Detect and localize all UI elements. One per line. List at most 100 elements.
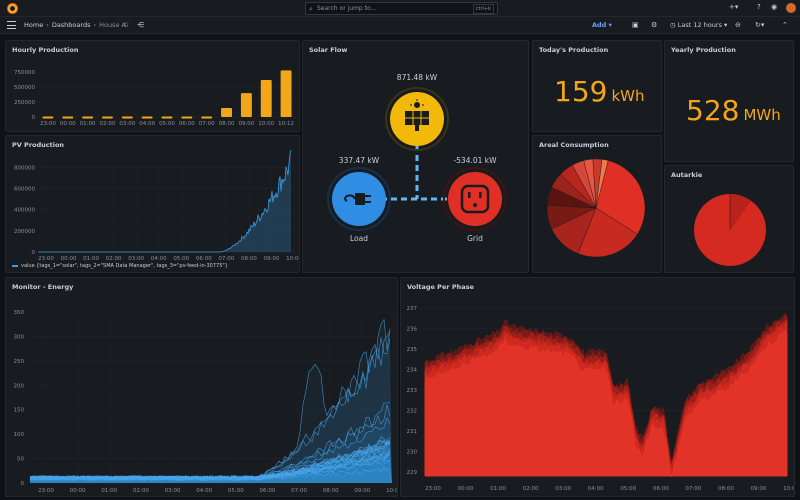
- grafana-logo-icon[interactable]: [7, 3, 18, 14]
- menu-icon[interactable]: [7, 21, 16, 29]
- grid-value: -534.01 kW: [453, 156, 497, 165]
- panel-autarkie: Autarkie: [664, 165, 794, 273]
- x-tick-label: 07:00: [291, 488, 307, 494]
- bar-23:00: [42, 116, 54, 119]
- x-tick-label: 09:00: [238, 121, 254, 127]
- todays-production-stat: 159 kWh: [554, 75, 644, 108]
- y-tick-label: 750000: [14, 70, 35, 76]
- bar-01:00: [82, 116, 94, 119]
- grid-label: Grid: [467, 234, 483, 243]
- save-icon[interactable]: ▣: [632, 21, 639, 29]
- hourly-bar-chart: 750000500000250000023:00 00:00 01:00 02:00 0…: [14, 70, 296, 127]
- panel-areal-consumption: Areal Consumption: [532, 135, 662, 273]
- x-tick-label: 02:00: [106, 256, 122, 262]
- solar-flow-diagram: 871.48 kW 337.47 kW Load -534.01 kW Grid: [327, 73, 507, 243]
- time-range-picker[interactable]: ◷ Last 12 hours ▾: [670, 21, 727, 29]
- breadcrumb: Home › Dashboards › House A: [24, 21, 126, 29]
- x-tick-label: 06:00: [179, 121, 195, 127]
- dashboard-nav-bar: Home › Dashboards › House A ☆ ⋲ Add ▾ ▣ ⚙ ◷ …: [0, 17, 800, 34]
- x-tick-label: 09:00: [264, 256, 280, 262]
- add-button[interactable]: Add ▾: [592, 21, 612, 29]
- refresh-icon[interactable]: ↻▾: [755, 21, 764, 29]
- y-tick-label: 233: [407, 388, 418, 394]
- y-tick-label: 150: [14, 408, 25, 414]
- x-tick-label: 00:00: [60, 121, 76, 127]
- areal-pie-chart[interactable]: [533, 136, 662, 273]
- y-tick-label: 250: [14, 359, 25, 365]
- bar-08:00: [221, 108, 232, 117]
- autarkie-pie-chart[interactable]: [665, 166, 794, 273]
- x-tick-label: 08:00: [718, 486, 734, 492]
- y-tick-label: 250000: [14, 100, 35, 106]
- bar-07:00: [201, 116, 213, 119]
- y-tick-label: 100: [14, 432, 25, 438]
- bar-03:00: [121, 116, 133, 119]
- solar-value: 871.48 kW: [397, 73, 438, 82]
- yearly-production-stat: 528 MWh: [686, 94, 781, 127]
- x-tick-label: 07:00: [218, 256, 234, 262]
- y-tick-label: 200000: [14, 229, 35, 235]
- x-tick-label: 23:00: [40, 121, 56, 127]
- share-icon[interactable]: ⋲: [137, 21, 144, 29]
- x-tick-label: 02:00: [133, 488, 149, 494]
- x-tick-label: 23:00: [38, 488, 54, 494]
- grid-node[interactable]: [448, 172, 502, 226]
- x-tick-label: 10:12: [278, 121, 294, 127]
- x-tick-label: 03:00: [119, 121, 135, 127]
- zoom-out-icon[interactable]: ⊖: [735, 21, 741, 29]
- x-tick-label: 01:00: [490, 486, 506, 492]
- settings-icon[interactable]: ⚙: [651, 21, 657, 29]
- search-icon: ⌕: [309, 5, 313, 13]
- x-tick-label: 10:00: [783, 486, 795, 492]
- y-tick-label: 229: [407, 470, 418, 476]
- load-value: 337.47 kW: [339, 156, 380, 165]
- stat-value: 528: [686, 94, 740, 127]
- x-tick-label: 06:00: [260, 488, 276, 494]
- legend-label: value {tags_1="solar", tags_2="SMA Data …: [21, 263, 228, 269]
- x-tick-label: 02:00: [100, 121, 116, 127]
- bar-06:00: [181, 116, 193, 119]
- bar-05:00: [161, 116, 173, 119]
- help-icon[interactable]: ?: [757, 3, 761, 11]
- x-tick-label: 23:00: [38, 256, 54, 262]
- rss-icon[interactable]: ◉: [771, 3, 777, 11]
- pv-line-chart: 800000 600000 400000 200000 023:00 00:00 01:00…: [14, 149, 300, 262]
- y-tick-label: 350: [14, 310, 25, 316]
- y-tick-label: 232: [407, 408, 418, 414]
- x-tick-label: 08:00: [323, 488, 339, 494]
- y-tick-label: 50: [17, 457, 24, 463]
- x-tick-label: 01:00: [101, 488, 117, 494]
- x-tick-label: 04:00: [139, 121, 155, 127]
- add-label: Add: [592, 21, 607, 29]
- search-input[interactable]: ⌕ Search or jump to... ctrl+k: [305, 2, 498, 15]
- x-tick-label: 08:00: [219, 121, 235, 127]
- plus-icon[interactable]: +▾: [729, 3, 738, 11]
- x-tick-label: 08:00: [241, 256, 257, 262]
- avatar[interactable]: [786, 3, 796, 13]
- y-tick-label: 800000: [14, 165, 35, 171]
- breadcrumb-dashboards[interactable]: Dashboards: [52, 21, 91, 29]
- collapse-icon[interactable]: ⌃: [782, 21, 788, 29]
- series-area: [38, 150, 291, 252]
- x-tick-label: 05:00: [173, 256, 189, 262]
- x-tick-label: 10:00: [286, 256, 300, 262]
- x-tick-label: 03:00: [555, 486, 571, 492]
- y-tick-label: 0: [21, 481, 25, 487]
- y-tick-label: 237: [407, 306, 418, 312]
- bar-02:00: [102, 116, 113, 119]
- breadcrumb-home[interactable]: Home: [24, 21, 43, 29]
- stat-unit: MWh: [743, 106, 781, 124]
- x-tick-label: 01:00: [83, 256, 99, 262]
- chart-legend[interactable]: value {tags_1="solar", tags_2="SMA Data …: [12, 263, 228, 269]
- panel-pv-production: PV Production 800000 600000 400000 200000 0 2…: [5, 135, 300, 273]
- stat-unit: kWh: [611, 87, 645, 105]
- bar-00:00: [62, 116, 74, 119]
- star-icon[interactable]: ☆: [123, 21, 129, 29]
- y-tick-label: 0: [32, 115, 36, 121]
- monitor-energy-chart: 350 300 250 200 150 100 50 0 23:00 00:00 01:00 02:0…: [14, 310, 398, 494]
- x-tick-label: 02:00: [523, 486, 539, 492]
- stat-value: 159: [554, 75, 608, 108]
- x-tick-label: 04:00: [151, 256, 167, 262]
- x-tick-label: 07:00: [685, 486, 701, 492]
- y-tick-label: 235: [407, 347, 418, 353]
